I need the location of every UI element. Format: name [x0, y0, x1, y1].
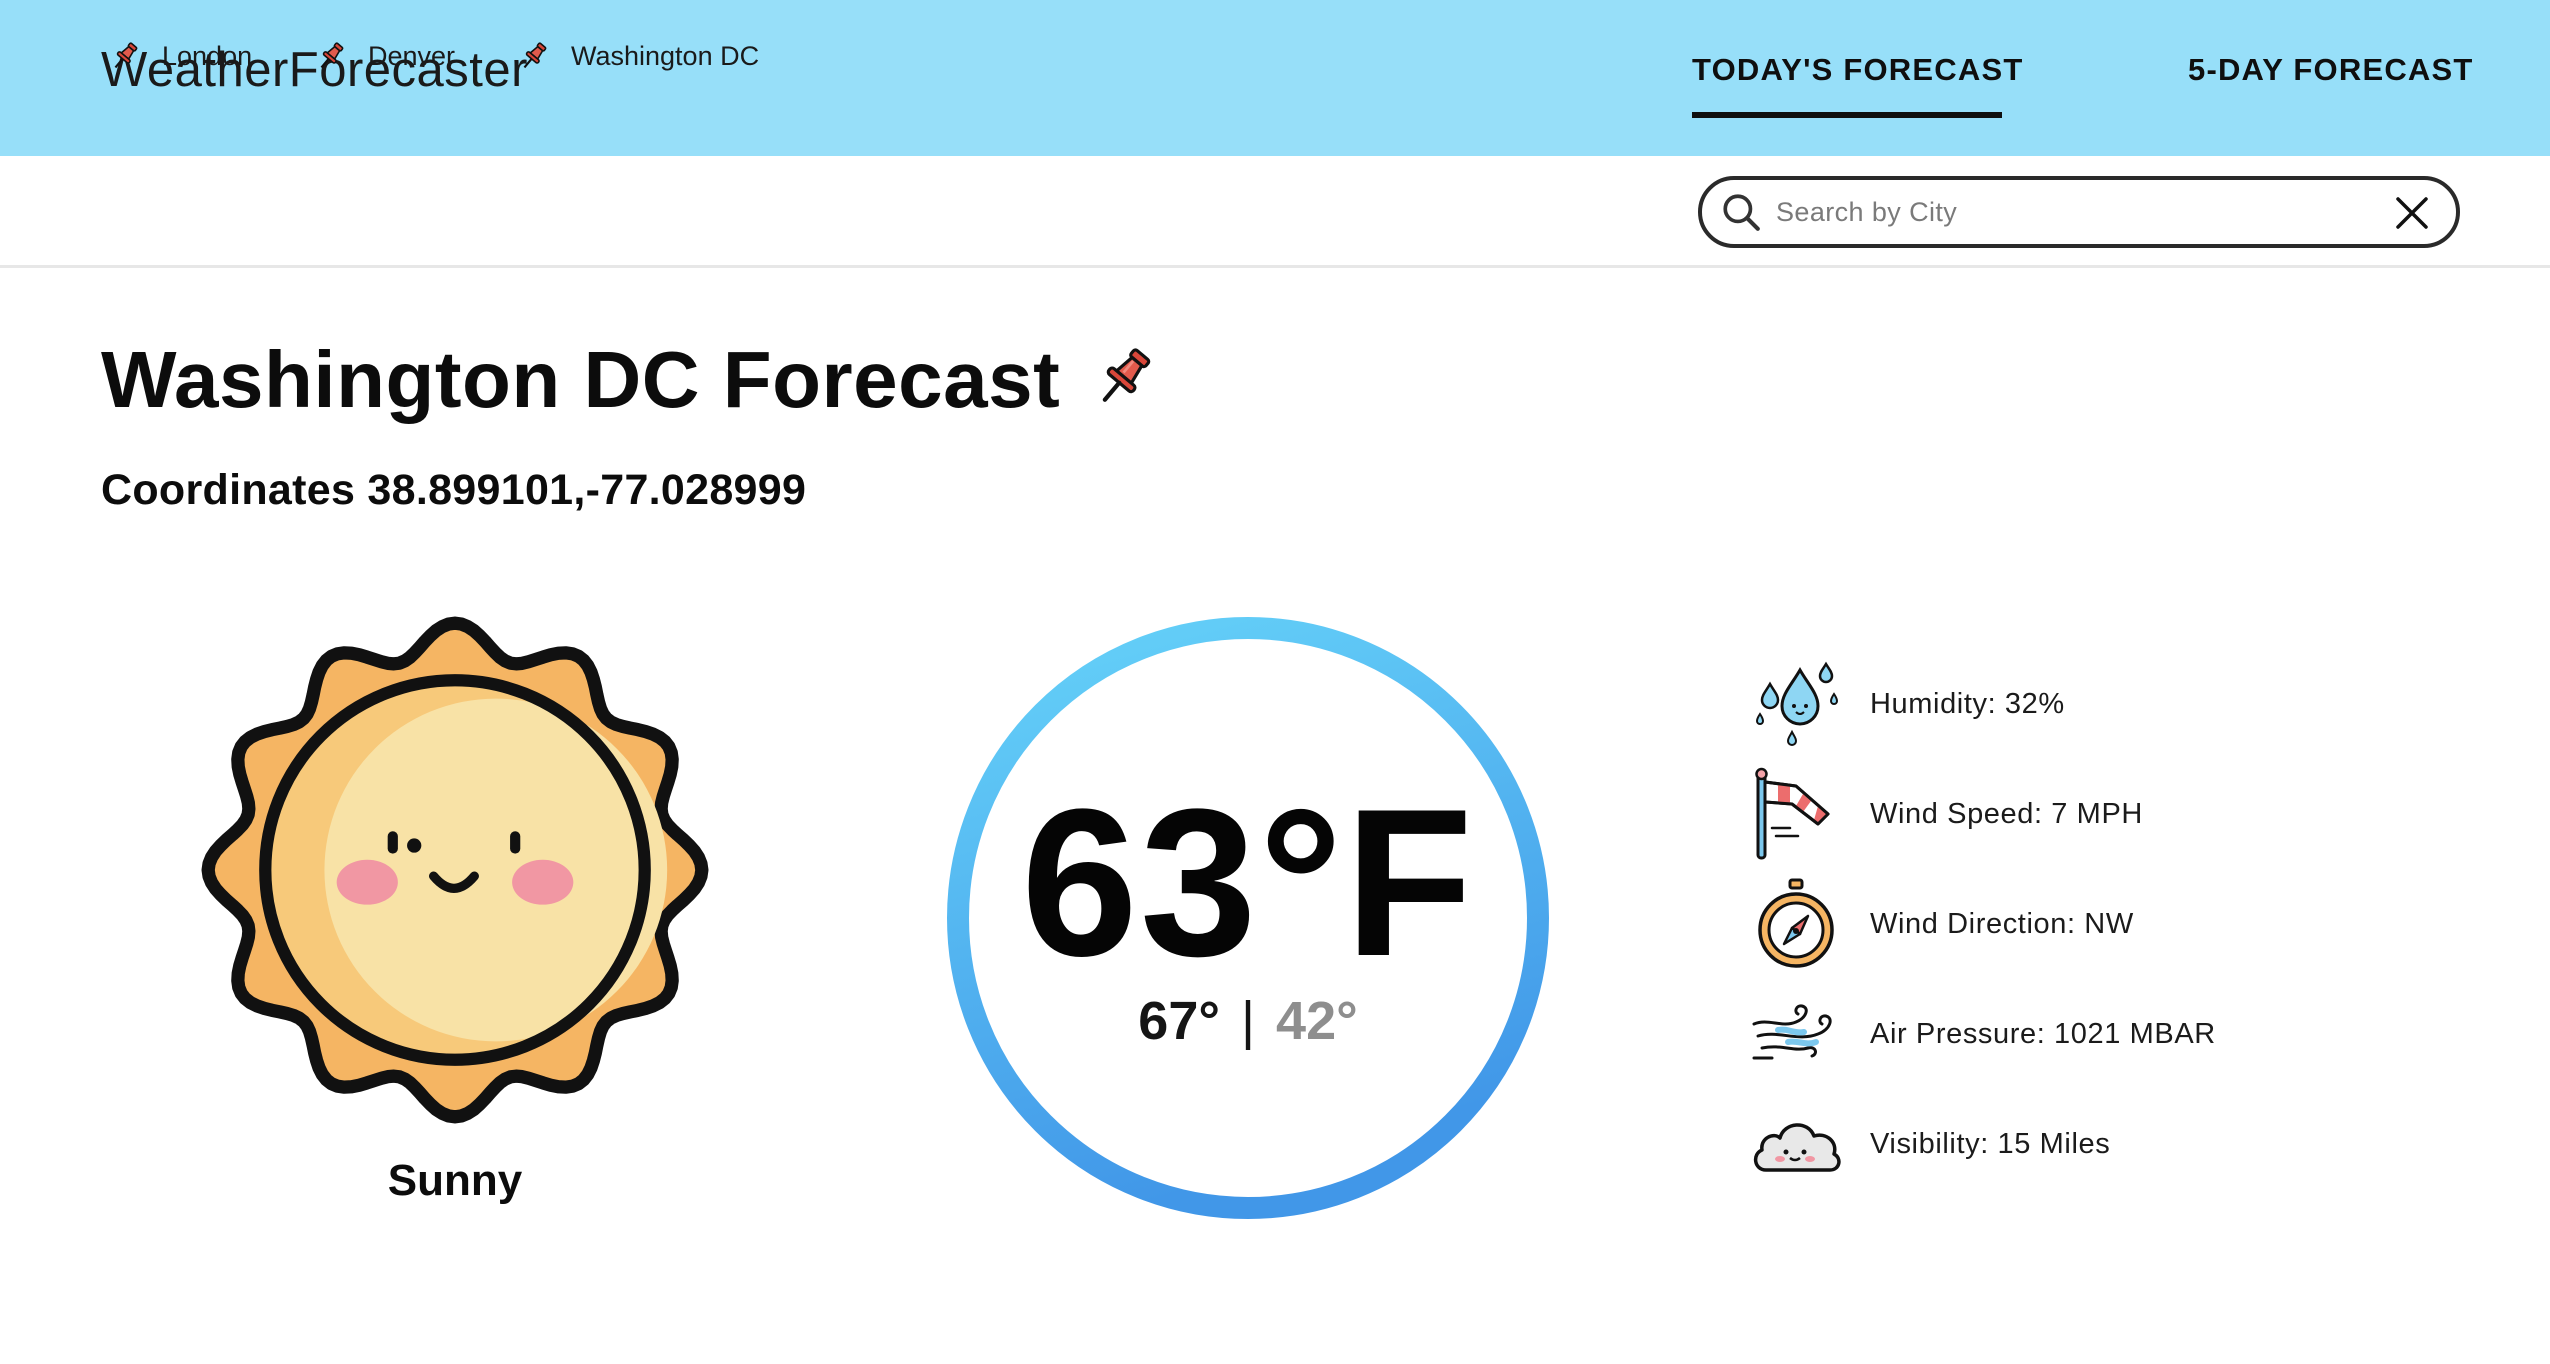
humidity-label: Humidity: 32%: [1870, 687, 2065, 720]
pinned-city-label: Denver: [368, 40, 456, 71]
pinned-city-label: London: [162, 40, 253, 71]
humidity-row: Humidity: 32%: [1748, 654, 2065, 754]
close-icon[interactable]: [2394, 195, 2430, 231]
city-search-box[interactable]: [1698, 176, 2460, 248]
pinned-city-washington-dc[interactable]: Washington DC: [517, 36, 759, 76]
wind-speed-row: Wind Speed: 7 MPH: [1748, 764, 2143, 864]
pinned-city-london[interactable]: London: [108, 36, 252, 76]
search-input[interactable]: [1774, 188, 2374, 236]
pinned-city-label: Washington DC: [571, 40, 760, 71]
tab-todays-forecast[interactable]: TODAY'S FORECAST: [1692, 52, 2022, 88]
windsock-icon: [1755, 767, 1830, 860]
pushpin-icon: [114, 42, 138, 69]
wind-speed-label: Wind Speed: 7 MPH: [1870, 797, 2143, 830]
page-title: Washington DC Forecast: [101, 335, 1061, 424]
air-pressure-row: Air Pressure: 1021 MBAR: [1748, 984, 2216, 1084]
pinned-city-denver[interactable]: Denver: [314, 36, 455, 76]
app-bar: WeatherForecaster TODAY'S FORECAST 5-DAY…: [0, 0, 2550, 156]
humidity-drops-icon: [1755, 661, 1839, 746]
pushpin-icon: [320, 42, 344, 69]
low-temperature: 42°: [1276, 991, 1358, 1051]
wind-direction-row: Wind Direction: NW: [1748, 874, 2134, 974]
tab-5-day-forecast[interactable]: 5-DAY FORECAST: [2188, 52, 2472, 88]
pushpin-icon: [523, 42, 547, 69]
cloud-face-icon: [1753, 1123, 1841, 1172]
wind-gust-icon: [1752, 1004, 1832, 1060]
pin-toggle-icon[interactable]: [1090, 343, 1158, 411]
weather-condition: Sunny: [387, 1156, 523, 1205]
forecast-heading: Washington DC Forecast: [101, 330, 1158, 430]
active-tab-indicator: [1692, 112, 2002, 118]
high-low-temperature: 67° | 42°: [946, 990, 1550, 1052]
air-pressure-label: Air Pressure: 1021 MBAR: [1870, 1017, 2216, 1050]
visibility-row: Visibility: 15 Miles: [1748, 1094, 2110, 1194]
current-temperature: 63°F: [1021, 765, 1475, 1000]
high-temperature: 67°: [1138, 991, 1220, 1051]
search-icon[interactable]: [1720, 191, 1762, 233]
sun-face-icon: [201, 616, 709, 1124]
temperature-separator: |: [1240, 991, 1256, 1051]
compass-icon: [1758, 878, 1834, 968]
wind-direction-label: Wind Direction: NW: [1870, 907, 2134, 940]
coordinates: Coordinates 38.899101,-77.028999: [101, 466, 807, 514]
visibility-label: Visibility: 15 Miles: [1870, 1127, 2111, 1160]
